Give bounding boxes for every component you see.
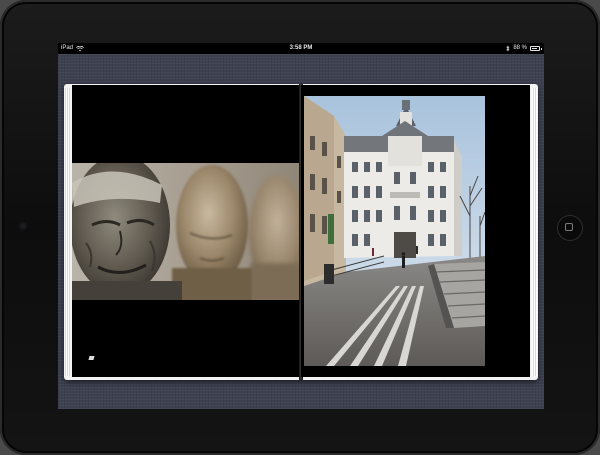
camera-icon xyxy=(19,222,27,230)
home-button[interactable] xyxy=(557,215,583,241)
bluetooth-icon xyxy=(506,45,510,52)
book[interactable] xyxy=(64,84,538,380)
screen: iPad 3:58 PM 88 % xyxy=(58,43,544,409)
linen-background xyxy=(58,54,544,409)
bronze-statue-heads-photo xyxy=(72,163,301,300)
right-page[interactable] xyxy=(301,85,530,377)
status-right: 88 % xyxy=(506,43,542,54)
city-building-plaza-photo xyxy=(304,96,485,366)
home-square-icon xyxy=(565,223,573,231)
status-time: 3:58 PM xyxy=(289,45,313,51)
status-bar: iPad 3:58 PM 88 % xyxy=(58,43,544,54)
battery-percent: 88 % xyxy=(513,45,527,51)
page-edges-left xyxy=(65,88,70,376)
battery-fill xyxy=(532,48,537,49)
left-page[interactable] xyxy=(72,85,301,377)
battery-icon xyxy=(530,46,542,51)
page-marker xyxy=(88,356,95,360)
page-edges-right xyxy=(532,88,537,376)
ipad-device: iPad 3:58 PM 88 % xyxy=(0,0,600,455)
